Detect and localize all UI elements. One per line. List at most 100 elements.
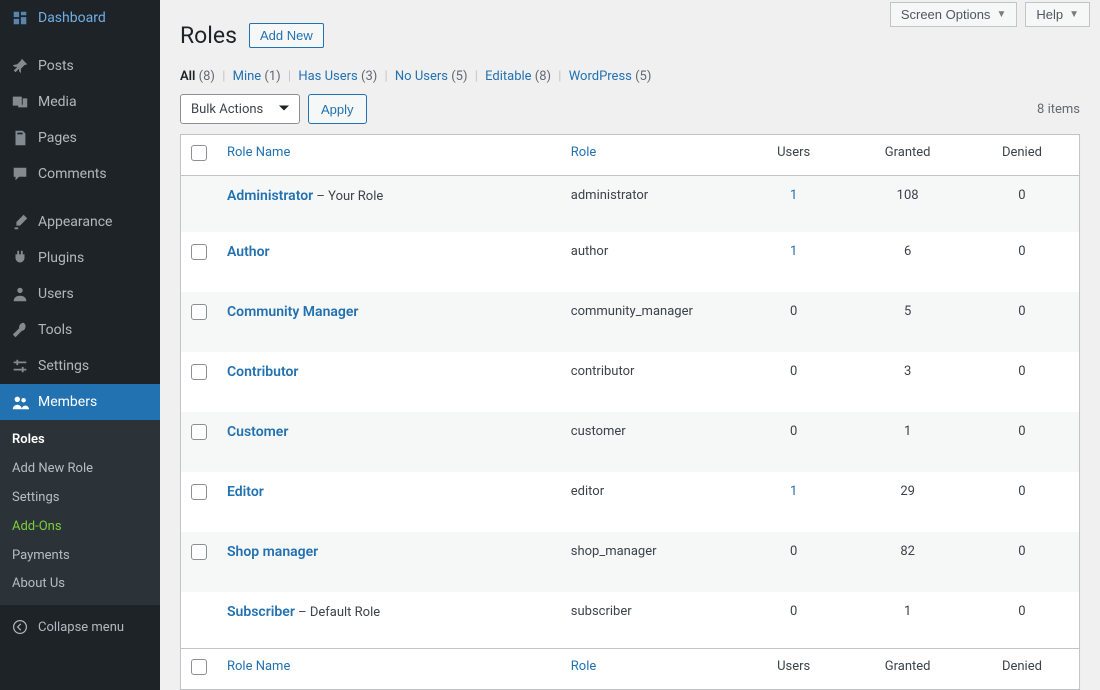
sidebar-item-users[interactable]: Users: [0, 276, 160, 312]
users-link[interactable]: 1: [790, 188, 797, 203]
col-granted: Granted: [850, 135, 965, 176]
sidebar-item-tools[interactable]: Tools: [0, 312, 160, 348]
granted-count: 108: [850, 176, 965, 232]
role-name-link[interactable]: Author: [227, 244, 270, 260]
col-role[interactable]: Role: [571, 145, 596, 160]
filter-all[interactable]: All (8): [180, 69, 215, 84]
apply-button[interactable]: Apply: [308, 94, 367, 124]
row-checkbox[interactable]: [191, 364, 207, 380]
sidebar-item-members[interactable]: Members: [0, 384, 160, 420]
role-slug: administrator: [561, 176, 737, 232]
users-count: 0: [790, 364, 797, 379]
role-slug: subscriber: [561, 592, 737, 648]
sidebar-item-label: Pages: [38, 129, 77, 147]
screen-options-label: Screen Options: [901, 7, 991, 22]
users-count: 0: [790, 604, 797, 619]
role-name-link[interactable]: Administrator: [227, 188, 313, 204]
col-denied: Denied: [965, 648, 1079, 689]
chevron-down-icon: ▼: [1069, 9, 1079, 20]
sidebar-item-plugins[interactable]: Plugins: [0, 240, 160, 276]
sidebar-item-settings[interactable]: Settings: [0, 348, 160, 384]
role-slug: shop_manager: [561, 532, 737, 592]
users-link[interactable]: 1: [790, 244, 797, 259]
submenu-item-add-new-role[interactable]: Add New Role: [0, 455, 160, 484]
table-row: Community Managercommunity_manager050: [181, 292, 1079, 352]
sidebar-item-pages[interactable]: Pages: [0, 120, 160, 156]
granted-count: 82: [850, 532, 965, 592]
sidebar-item-label: Posts: [38, 57, 74, 75]
sidebar-item-label: Comments: [38, 165, 107, 183]
users-link[interactable]: 1: [790, 484, 797, 499]
submenu-item-settings[interactable]: Settings: [0, 484, 160, 513]
granted-count: 3: [850, 352, 965, 412]
row-checkbox[interactable]: [191, 544, 207, 560]
users-count: 0: [790, 304, 797, 319]
submenu-item-add-ons[interactable]: Add-Ons: [0, 513, 160, 542]
collapse-menu[interactable]: Collapse menu: [0, 609, 160, 645]
col-role-name[interactable]: Role Name: [227, 145, 290, 160]
role-name-link[interactable]: Subscriber: [227, 604, 295, 620]
sidebar-item-label: Users: [38, 285, 74, 303]
submenu-item-about-us[interactable]: About Us: [0, 570, 160, 599]
main-content: Screen Options ▼ Help ▼ Roles Add New Al…: [160, 0, 1100, 690]
help-button[interactable]: Help ▼: [1025, 2, 1090, 27]
row-checkbox[interactable]: [191, 424, 207, 440]
table-row: Contributorcontributor030: [181, 352, 1079, 412]
screen-meta-links: Screen Options ▼ Help ▼: [890, 0, 1090, 27]
filter-has-users[interactable]: Has Users: [298, 69, 357, 84]
col-denied: Denied: [965, 135, 1079, 176]
role-suffix: – Your Role: [313, 189, 383, 204]
sidebar-submenu: RolesAdd New RoleSettingsAdd-OnsPayments…: [0, 420, 160, 605]
plug-icon: [10, 248, 30, 268]
sidebar-item-comments[interactable]: Comments: [0, 156, 160, 192]
role-name-link[interactable]: Contributor: [227, 364, 298, 380]
denied-count: 0: [965, 352, 1079, 412]
granted-count: 5: [850, 292, 965, 352]
role-name-link[interactable]: Community Manager: [227, 304, 358, 320]
col-role-name[interactable]: Role Name: [227, 659, 290, 674]
wrench-icon: [10, 320, 30, 340]
col-users: Users: [737, 135, 850, 176]
sidebar-item-posts[interactable]: Posts: [0, 48, 160, 84]
select-all-checkbox-bottom[interactable]: [191, 659, 207, 675]
denied-count: 0: [965, 472, 1079, 532]
col-role[interactable]: Role: [571, 659, 596, 674]
sidebar-item-dashboard[interactable]: Dashboard: [0, 0, 160, 36]
submenu-item-roles[interactable]: Roles: [0, 426, 160, 455]
sidebar-item-label: Appearance: [38, 213, 112, 231]
filter-mine[interactable]: Mine: [233, 69, 262, 84]
add-new-button[interactable]: Add New: [249, 23, 324, 48]
role-slug: contributor: [561, 352, 737, 412]
table-row: Administrator – Your Role administrator 1 1…: [181, 176, 1079, 232]
table-row: Customercustomer010: [181, 412, 1079, 472]
role-name-link[interactable]: Editor: [227, 484, 264, 500]
table-row: Editoreditor1290: [181, 472, 1079, 532]
filter-wordpress[interactable]: WordPress: [569, 69, 632, 84]
sidebar-item-media[interactable]: Media: [0, 84, 160, 120]
media-icon: [10, 92, 30, 112]
granted-count: 6: [850, 232, 965, 292]
col-users: Users: [737, 648, 850, 689]
select-all-checkbox[interactable]: [191, 145, 207, 161]
row-checkbox[interactable]: [191, 244, 207, 260]
granted-count: 29: [850, 472, 965, 532]
row-checkbox[interactable]: [191, 304, 207, 320]
col-granted: Granted: [850, 648, 965, 689]
sliders-icon: [10, 356, 30, 376]
submenu-item-payments[interactable]: Payments: [0, 542, 160, 571]
help-label: Help: [1036, 7, 1063, 22]
denied-count: 0: [965, 176, 1079, 232]
row-checkbox[interactable]: [191, 484, 207, 500]
sidebar-item-label: Tools: [38, 321, 72, 339]
denied-count: 0: [965, 232, 1079, 292]
role-name-link[interactable]: Customer: [227, 424, 288, 440]
sidebar-item-appearance[interactable]: Appearance: [0, 204, 160, 240]
role-name-link[interactable]: Shop manager: [227, 544, 318, 560]
bulk-actions-select[interactable]: Bulk Actions: [180, 94, 300, 124]
screen-options-button[interactable]: Screen Options ▼: [890, 2, 1018, 27]
filter-editable[interactable]: Editable: [485, 69, 531, 84]
filter-no-users[interactable]: No Users: [395, 69, 448, 84]
denied-count: 0: [965, 412, 1079, 472]
denied-count: 0: [965, 532, 1079, 592]
brush-icon: [10, 212, 30, 232]
